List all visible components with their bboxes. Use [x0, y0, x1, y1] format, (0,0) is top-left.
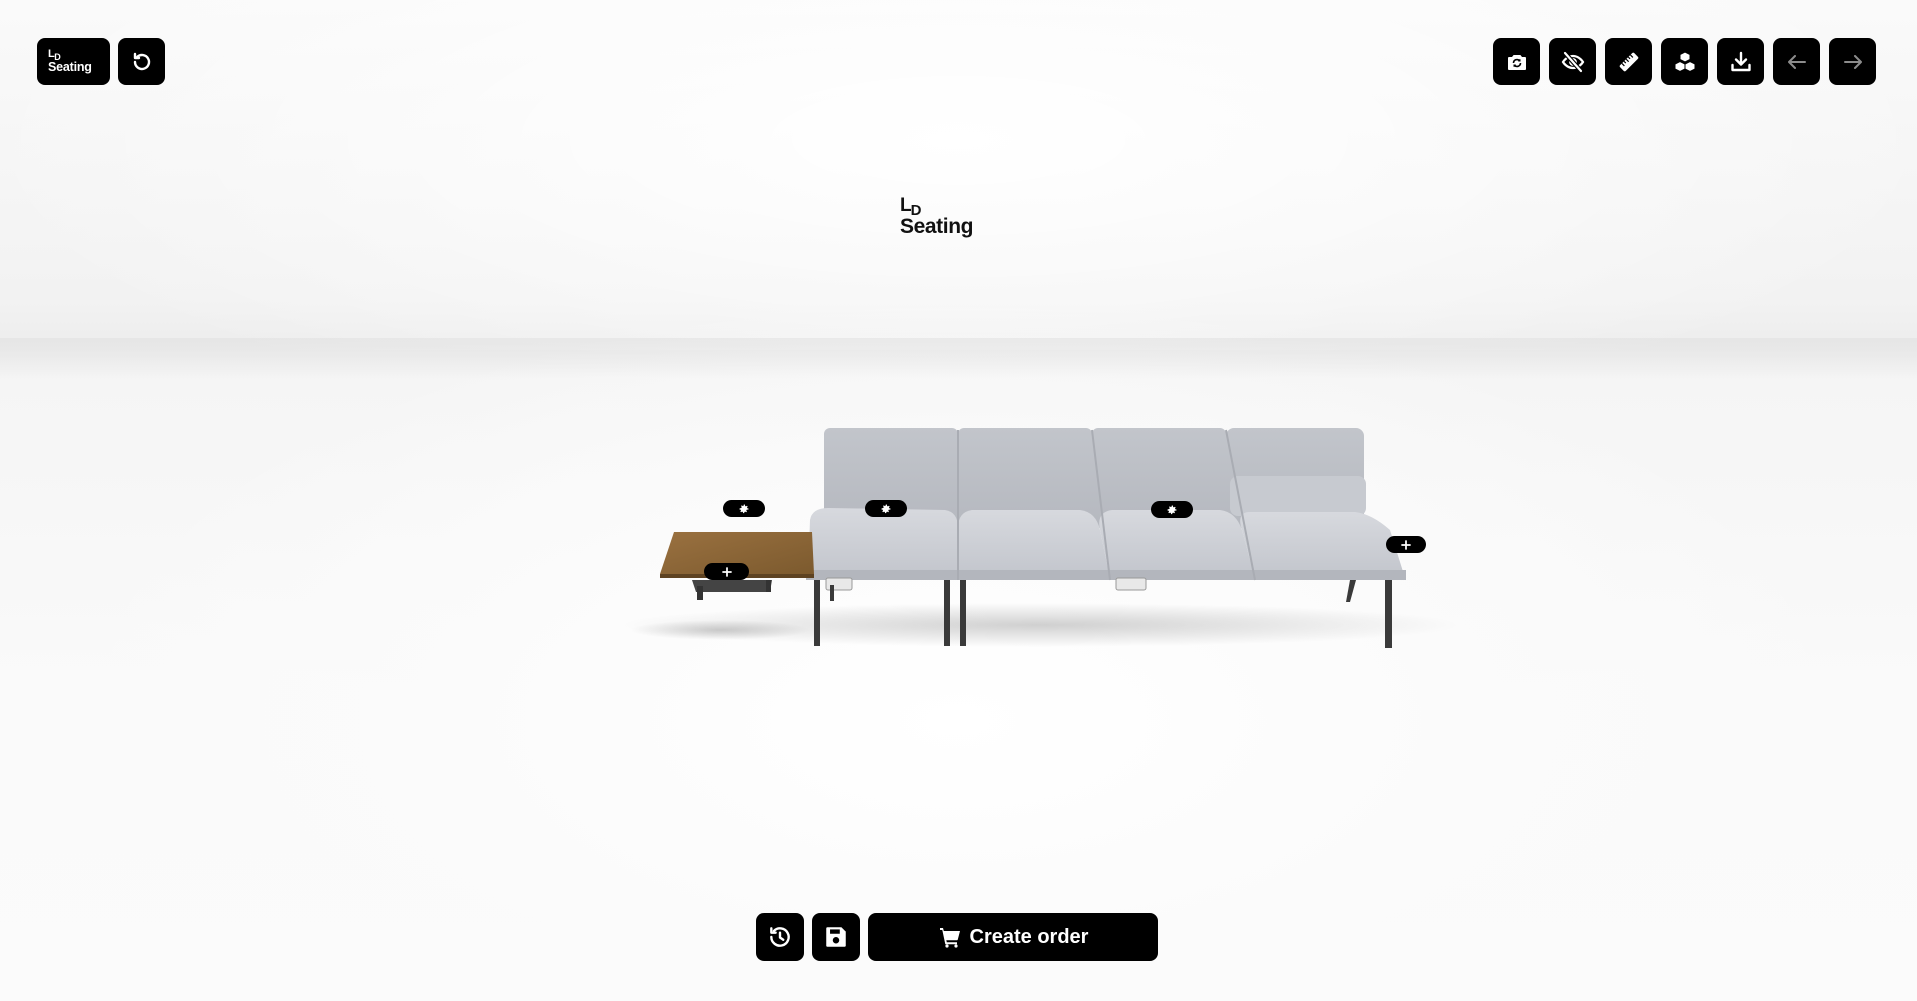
cart-icon: [939, 928, 960, 948]
create-order-label: Create order: [969, 925, 1089, 948]
table-shadow: [630, 620, 810, 640]
save-icon: [826, 927, 846, 947]
power-module: [825, 577, 853, 591]
seat-2-config-hotspot[interactable]: [1151, 501, 1193, 518]
history-icon: [770, 927, 790, 947]
plus-icon: [1401, 539, 1411, 550]
history-button[interactable]: [756, 913, 804, 961]
save-button[interactable]: [812, 913, 860, 961]
table-config-hotspot[interactable]: [723, 500, 765, 517]
add-right-hotspot[interactable]: [1386, 536, 1426, 553]
sofa-model[interactable]: [0, 0, 1917, 1001]
add-left-hotspot[interactable]: [704, 563, 749, 580]
gear-icon: [739, 504, 749, 513]
plus-icon: [721, 566, 732, 577]
gear-icon: [881, 504, 891, 513]
seat-1-config-hotspot[interactable]: [865, 500, 907, 517]
power-module: [1115, 577, 1147, 591]
create-order-button[interactable]: Create order: [868, 913, 1158, 961]
gear-icon: [1167, 505, 1177, 514]
